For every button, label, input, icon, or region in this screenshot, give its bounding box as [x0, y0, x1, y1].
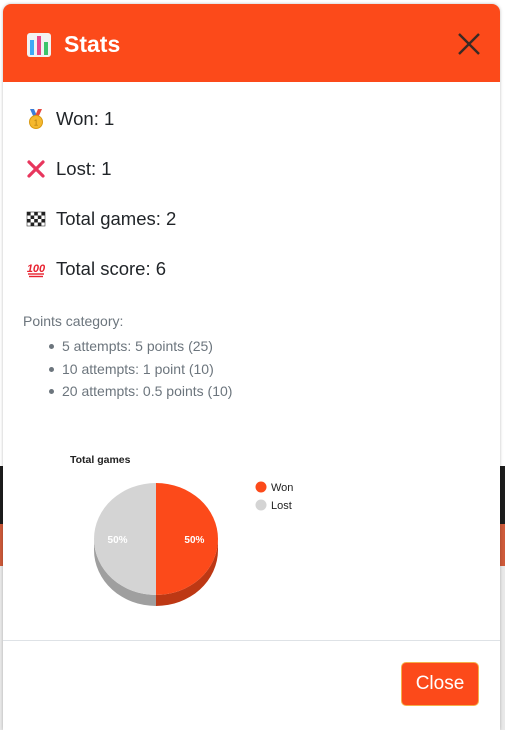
hundred-points-icon: 100 — [27, 263, 46, 278]
chart-title: Total games — [70, 454, 131, 466]
stat-total-games-text: Total games: 2 — [56, 208, 177, 229]
stat-total-score: 100 Total score: 6 — [26, 255, 166, 283]
stat-won-text: Won: 1 — [56, 108, 115, 129]
stats-modal: Stats 1 Won: 1 Lost: 1 Total games: 2 10… — [3, 4, 500, 730]
stat-total-score-text: Total score: 6 — [56, 258, 167, 279]
modal-title: Stats — [64, 31, 121, 57]
points-category-title: Points category: — [23, 313, 124, 329]
stat-won: 1 Won: 1 — [26, 105, 114, 133]
close-button[interactable]: Close — [401, 662, 479, 706]
medal-icon: 1 — [29, 109, 43, 129]
footer-divider — [3, 640, 500, 641]
legend-marker — [255, 499, 267, 511]
list-item: 20 attempts: 0.5 points (10) — [48, 380, 232, 403]
cross-mark-icon — [27, 160, 45, 178]
legend-label: Won — [271, 482, 293, 494]
stat-lost-text: Lost: 1 — [56, 158, 112, 179]
list-item: 5 attempts: 5 points (25) — [48, 335, 232, 358]
legend-marker — [255, 481, 267, 493]
modal-header: Stats — [3, 4, 500, 82]
svg-text:100: 100 — [27, 263, 46, 275]
pie-slice-label: 50% — [108, 535, 128, 546]
svg-text:1: 1 — [34, 119, 39, 128]
pie-slice-label: 50% — [184, 535, 204, 546]
legend-label: Lost — [271, 500, 292, 512]
checkered-flag-icon — [26, 211, 46, 227]
points-category-list: 5 attempts: 5 points (25) 10 attempts: 1… — [48, 335, 232, 403]
list-item: 10 attempts: 1 point (10) — [48, 358, 232, 381]
stat-lost: Lost: 1 — [26, 155, 112, 183]
stat-total-games: Total games: 2 — [26, 205, 176, 233]
bar-chart-icon — [27, 33, 51, 57]
close-icon[interactable] — [456, 31, 482, 57]
total-games-pie-chart: Total games 50% 50% Won Lost — [70, 454, 293, 606]
